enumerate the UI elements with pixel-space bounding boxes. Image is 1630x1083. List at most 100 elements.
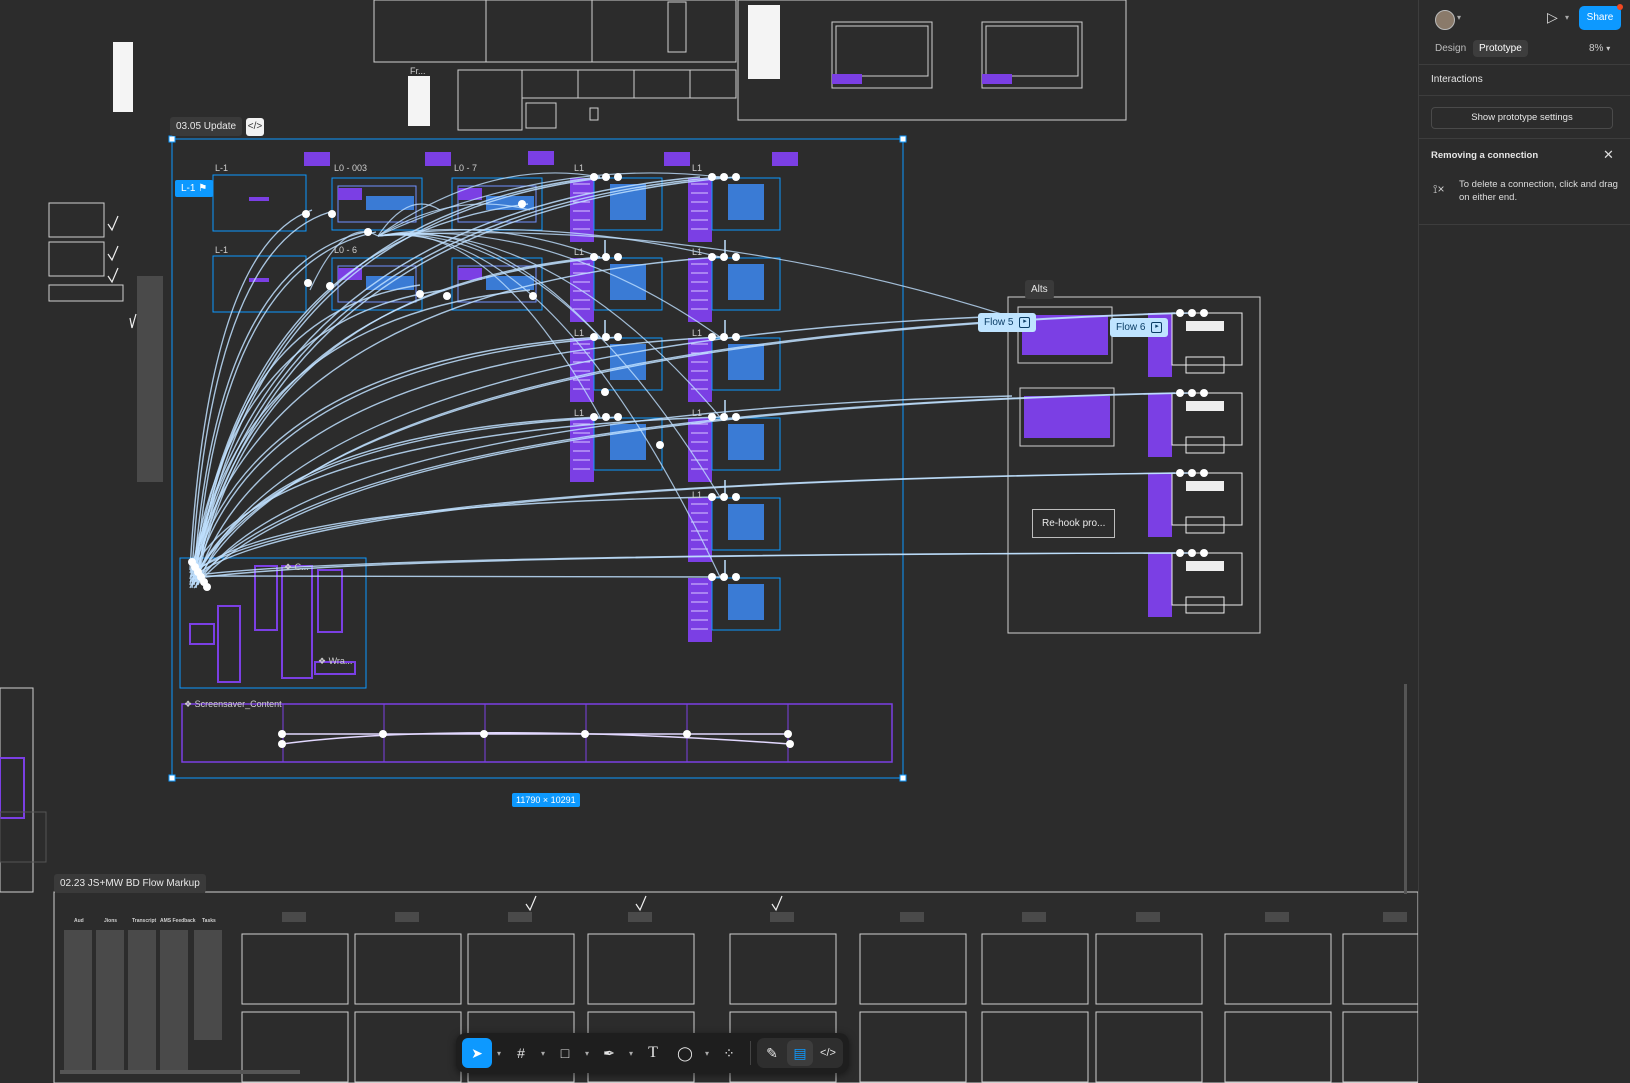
interactions-title: Interactions: [1431, 74, 1483, 85]
connection-node: [1200, 469, 1208, 477]
connection-node: [1200, 309, 1208, 317]
frame-label[interactable]: L0 - 7: [454, 163, 477, 173]
purple-tab: [772, 152, 798, 166]
frame-label[interactable]: L0 - 6: [334, 245, 357, 255]
bottom-doc: [1265, 912, 1289, 922]
bottom-doc: [395, 912, 419, 922]
connection-node: [1176, 389, 1184, 397]
prototype-connection: [195, 575, 721, 578]
shape-tool-button[interactable]: □: [550, 1038, 580, 1068]
connection-node: [732, 253, 740, 261]
frame-label[interactable]: L1: [692, 408, 702, 418]
connection-node: [614, 173, 622, 181]
frame-label[interactable]: L-1: [215, 245, 228, 255]
comment-tool-button[interactable]: ◯: [670, 1038, 700, 1068]
draw-mode-button[interactable]: ✎: [759, 1040, 785, 1066]
user-avatar[interactable]: [1435, 10, 1455, 30]
connection-node: [379, 730, 387, 738]
component-label-c[interactable]: ❖ C...: [284, 562, 309, 573]
flow-chip-flow-5[interactable]: Flow 5 ▸: [978, 313, 1037, 332]
tab-prototype[interactable]: Prototype: [1473, 40, 1528, 57]
connection-node: [732, 173, 740, 181]
frame-label[interactable]: L1: [574, 328, 584, 338]
flow-5-label: Flow 5: [984, 317, 1014, 328]
tab-design[interactable]: Design: [1429, 40, 1472, 57]
bottom-column-label: Transcript: [132, 918, 157, 924]
connection-node: [656, 441, 664, 449]
purple-tab: [664, 152, 690, 166]
frame-chip-l-minus-1[interactable]: L-1 ⚑: [175, 180, 214, 197]
chevron-down-icon[interactable]: ▾: [1457, 13, 1461, 22]
alt-block: [1186, 481, 1224, 491]
frame-label[interactable]: L1: [692, 163, 702, 173]
frame-tool-button[interactable]: #: [506, 1038, 536, 1068]
design-mode-button[interactable]: ▤: [787, 1040, 813, 1066]
chevron-down-icon[interactable]: ▾: [582, 1049, 592, 1058]
play-icon[interactable]: ▷: [1547, 9, 1558, 26]
frame-label[interactable]: L1: [574, 247, 584, 257]
text-tool-button[interactable]: T: [638, 1038, 668, 1068]
rehook-frame[interactable]: Re-hook pro...: [1032, 509, 1116, 538]
frame-label[interactable]: L1: [692, 490, 702, 500]
chevron-down-icon[interactable]: ▾: [1565, 13, 1569, 22]
purple-tab: [425, 152, 451, 166]
prototype-connection: [377, 234, 721, 498]
notification-dot: [1617, 4, 1623, 10]
top-frame: [633, 69, 691, 99]
frame-label[interactable]: L1: [574, 163, 584, 173]
section-label-alts[interactable]: Alts: [1025, 280, 1054, 299]
show-prototype-settings-button[interactable]: Show prototype settings: [1431, 107, 1613, 129]
frame-label[interactable]: L0 - 003: [334, 163, 367, 173]
l1-content: [728, 264, 764, 300]
toolbar-divider: [750, 1041, 751, 1065]
zoom-level[interactable]: 8% ▾: [1589, 43, 1610, 54]
connection-node: [1176, 469, 1184, 477]
rehook-label: Re-hook pro...: [1042, 518, 1106, 529]
alt-block: [1186, 401, 1224, 411]
connection-node: [601, 388, 609, 396]
rectangle-icon: □: [560, 1045, 570, 1061]
frame-label[interactable]: L-1: [215, 163, 228, 173]
connection-node: [203, 583, 211, 591]
dev-mode-button[interactable]: </>: [815, 1040, 841, 1066]
move-tool-button[interactable]: ➤: [462, 1038, 492, 1068]
chevron-down-icon[interactable]: ▾: [702, 1049, 712, 1058]
connection-node: [590, 173, 598, 181]
left-edge-frame: [0, 687, 34, 893]
code-icon: </>: [820, 1047, 836, 1059]
share-button[interactable]: Share: [1579, 6, 1621, 30]
panel-divider: [1419, 224, 1630, 225]
frame-label[interactable]: L1: [692, 247, 702, 257]
pen-tool-button[interactable]: ✒: [594, 1038, 624, 1068]
component-label-screensaver[interactable]: ❖ Screensaver_Content: [184, 699, 282, 710]
component-label-wra[interactable]: ❖ Wra...: [318, 656, 352, 667]
chevron-down-icon[interactable]: ▾: [494, 1049, 504, 1058]
flow-chip-flow-6[interactable]: Flow 6 ▸: [1110, 318, 1169, 337]
code-icon[interactable]: </>: [246, 118, 264, 136]
selection-box: [171, 138, 904, 779]
connection-node: [720, 413, 728, 421]
top-frame: [591, 0, 737, 63]
connection-node: [1188, 309, 1196, 317]
connection-node: [732, 493, 740, 501]
bottom-doc: [194, 930, 222, 1040]
connection-node: [708, 413, 716, 421]
close-icon[interactable]: ✕: [1603, 147, 1614, 163]
frame-label[interactable]: L1: [574, 408, 584, 418]
frame-label[interactable]: L1: [692, 328, 702, 338]
flow-6-label: Flow 6: [1116, 322, 1146, 333]
purple-block: [832, 74, 862, 84]
connection-node: [590, 333, 598, 341]
design-canvas[interactable]: 03.05 Update </> L-1 ⚑ 11790 × 10291 02.…: [0, 0, 1418, 1083]
bottom-frame: [354, 933, 462, 1005]
section-label-flow-markup[interactable]: 02.23 JS+MW BD Flow Markup: [54, 874, 206, 893]
top-frame: [577, 69, 635, 99]
chevron-down-icon[interactable]: ▾: [626, 1049, 636, 1058]
connection-node: [602, 413, 610, 421]
frame-label-fr[interactable]: Fr...: [410, 66, 426, 76]
bottom-column-label: Aud: [74, 918, 84, 924]
bottom-frame: [859, 1011, 967, 1083]
actions-tool-button[interactable]: ⁘: [714, 1038, 744, 1068]
section-label-03-05-update[interactable]: 03.05 Update: [170, 117, 243, 136]
chevron-down-icon[interactable]: ▾: [538, 1049, 548, 1058]
